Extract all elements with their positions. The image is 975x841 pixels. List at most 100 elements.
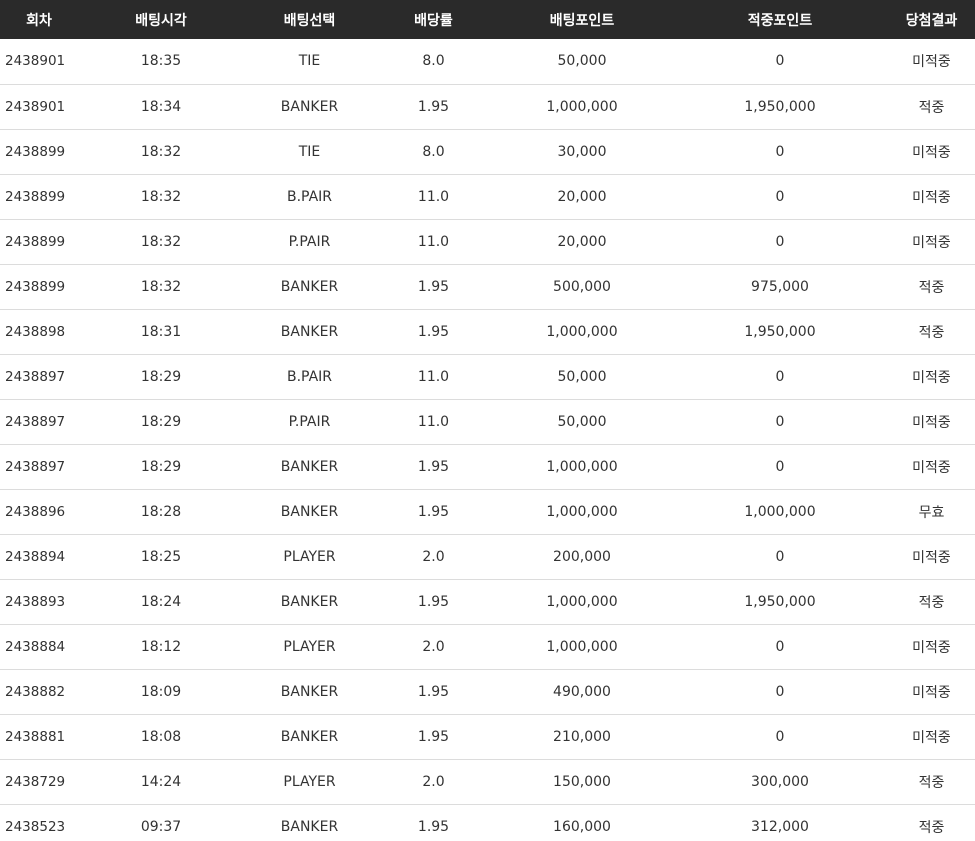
cell-choice: TIE: [298, 53, 321, 70]
header-row: 회차 배팅시각 배팅선택 배당률 배팅포인트 적중포인트 당첨결과: [0, 0, 975, 39]
cell-odds: 11.0: [417, 413, 450, 430]
cell-choice: PLAYER: [283, 773, 336, 790]
cell-round: 2438899: [5, 143, 66, 160]
cell-odds: 2.0: [422, 638, 445, 655]
cell-odds: 2.0: [422, 548, 445, 565]
cell-win-points: 1,950,000: [744, 593, 816, 610]
cell-time: 18:29: [140, 368, 182, 385]
cell-result: 적중: [918, 819, 945, 836]
table-header: 회차 배팅시각 배팅선택 배당률 배팅포인트 적중포인트 당첨결과: [0, 0, 975, 39]
cell-choice: B.PAIR: [286, 188, 333, 205]
cell-result: 미적중: [912, 189, 951, 206]
cell-odds: 8.0: [422, 143, 445, 160]
cell-result: 미적중: [912, 369, 951, 386]
cell-time: 14:24: [140, 773, 182, 790]
cell-round: 2438898: [5, 323, 66, 340]
cell-odds: 1.95: [417, 683, 450, 700]
cell-win-points: 0: [775, 53, 785, 70]
cell-win-points: 0: [775, 368, 785, 385]
cell-round: 2438901: [5, 98, 66, 115]
cell-choice: BANKER: [280, 503, 339, 520]
cell-time: 18:25: [140, 548, 182, 565]
header-round: 회차: [26, 12, 52, 29]
header-bet-points: 배팅포인트: [549, 12, 615, 29]
table-row: 2438523 09:37 BANKER 1.95 160,000 312,000 적중: [0, 804, 975, 841]
cell-round: 2438893: [5, 593, 66, 610]
table-row: 2438882 18:09 BANKER 1.95 490,000 0 미적중: [0, 669, 975, 714]
header-odds: 배당률: [414, 12, 453, 29]
cell-round: 2438897: [5, 368, 66, 385]
cell-result: 적중: [918, 594, 945, 611]
cell-time: 18:32: [140, 278, 182, 295]
cell-time: 18:12: [140, 638, 182, 655]
table-row: 2438899 18:32 P.PAIR 11.0 20,000 0 미적중: [0, 219, 975, 264]
cell-round: 2438899: [5, 278, 66, 295]
cell-time: 09:37: [140, 818, 182, 835]
cell-result: 적중: [918, 99, 945, 116]
cell-win-points: 0: [775, 548, 785, 565]
cell-bet-points: 1,000,000: [546, 638, 618, 655]
cell-bet-points: 500,000: [553, 278, 611, 295]
cell-result: 미적중: [912, 459, 951, 476]
cell-choice: B.PAIR: [286, 368, 333, 385]
cell-choice: BANKER: [280, 278, 339, 295]
cell-time: 18:09: [140, 683, 182, 700]
cell-win-points: 0: [775, 683, 785, 700]
cell-time: 18:29: [140, 413, 182, 430]
cell-bet-points: 150,000: [553, 773, 611, 790]
cell-odds: 1.95: [417, 818, 450, 835]
cell-choice: P.PAIR: [288, 413, 331, 430]
cell-win-points: 0: [775, 413, 785, 430]
cell-result: 적중: [918, 774, 945, 791]
table-row: 2438896 18:28 BANKER 1.95 1,000,000 1,000,000…: [0, 489, 975, 534]
table-row: 2438729 14:24 PLAYER 2.0 150,000 300,000 적중: [0, 759, 975, 804]
table-row: 2438901 18:35 TIE 8.0 50,000 0 미적중: [0, 39, 975, 84]
cell-result: 적중: [918, 324, 945, 341]
cell-bet-points: 200,000: [553, 548, 611, 565]
cell-bet-points: 50,000: [557, 413, 607, 430]
table-row: 2438893 18:24 BANKER 1.95 1,000,000 1,950,000…: [0, 579, 975, 624]
cell-bet-points: 20,000: [557, 233, 607, 250]
cell-result: 적중: [918, 279, 945, 296]
cell-round: 2438899: [5, 233, 66, 250]
cell-choice: BANKER: [280, 593, 339, 610]
cell-win-points: 1,950,000: [744, 323, 816, 340]
cell-win-points: 975,000: [751, 278, 809, 295]
header-time: 배팅시각: [135, 12, 187, 29]
cell-result: 미적중: [912, 549, 951, 566]
cell-odds: 1.95: [417, 278, 450, 295]
cell-choice: BANKER: [280, 728, 339, 745]
table-row: 2438899 18:32 BANKER 1.95 500,000 975,000 적중: [0, 264, 975, 309]
cell-choice: BANKER: [280, 683, 339, 700]
cell-round: 2438899: [5, 188, 66, 205]
cell-result: 미적중: [912, 144, 951, 161]
cell-result: 무효: [918, 504, 945, 521]
cell-round: 2438884: [5, 638, 66, 655]
cell-result: 미적중: [912, 639, 951, 656]
cell-bet-points: 1,000,000: [546, 323, 618, 340]
cell-bet-points: 210,000: [553, 728, 611, 745]
cell-win-points: 0: [775, 458, 785, 475]
table-row: 2438899 18:32 TIE 8.0 30,000 0 미적중: [0, 129, 975, 174]
cell-result: 미적중: [912, 684, 951, 701]
cell-time: 18:34: [140, 98, 182, 115]
cell-win-points: 0: [775, 233, 785, 250]
cell-odds: 2.0: [422, 773, 445, 790]
cell-time: 18:35: [140, 53, 182, 70]
cell-result: 미적중: [912, 234, 951, 251]
cell-bet-points: 1,000,000: [546, 503, 618, 520]
cell-round: 2438896: [5, 503, 66, 520]
cell-bet-points: 30,000: [557, 143, 607, 160]
cell-bet-points: 1,000,000: [546, 593, 618, 610]
cell-choice: TIE: [298, 143, 321, 160]
cell-bet-points: 50,000: [557, 368, 607, 385]
table-row: 2438897 18:29 P.PAIR 11.0 50,000 0 미적중: [0, 399, 975, 444]
cell-bet-points: 160,000: [553, 818, 611, 835]
cell-choice: P.PAIR: [288, 233, 331, 250]
header-win-points: 적중포인트: [747, 12, 813, 29]
table-row: 2438894 18:25 PLAYER 2.0 200,000 0 미적중: [0, 534, 975, 579]
cell-round: 2438881: [5, 728, 66, 745]
table-row: 2438884 18:12 PLAYER 2.0 1,000,000 0 미적중: [0, 624, 975, 669]
cell-bet-points: 50,000: [557, 53, 607, 70]
cell-win-points: 1,000,000: [744, 503, 816, 520]
